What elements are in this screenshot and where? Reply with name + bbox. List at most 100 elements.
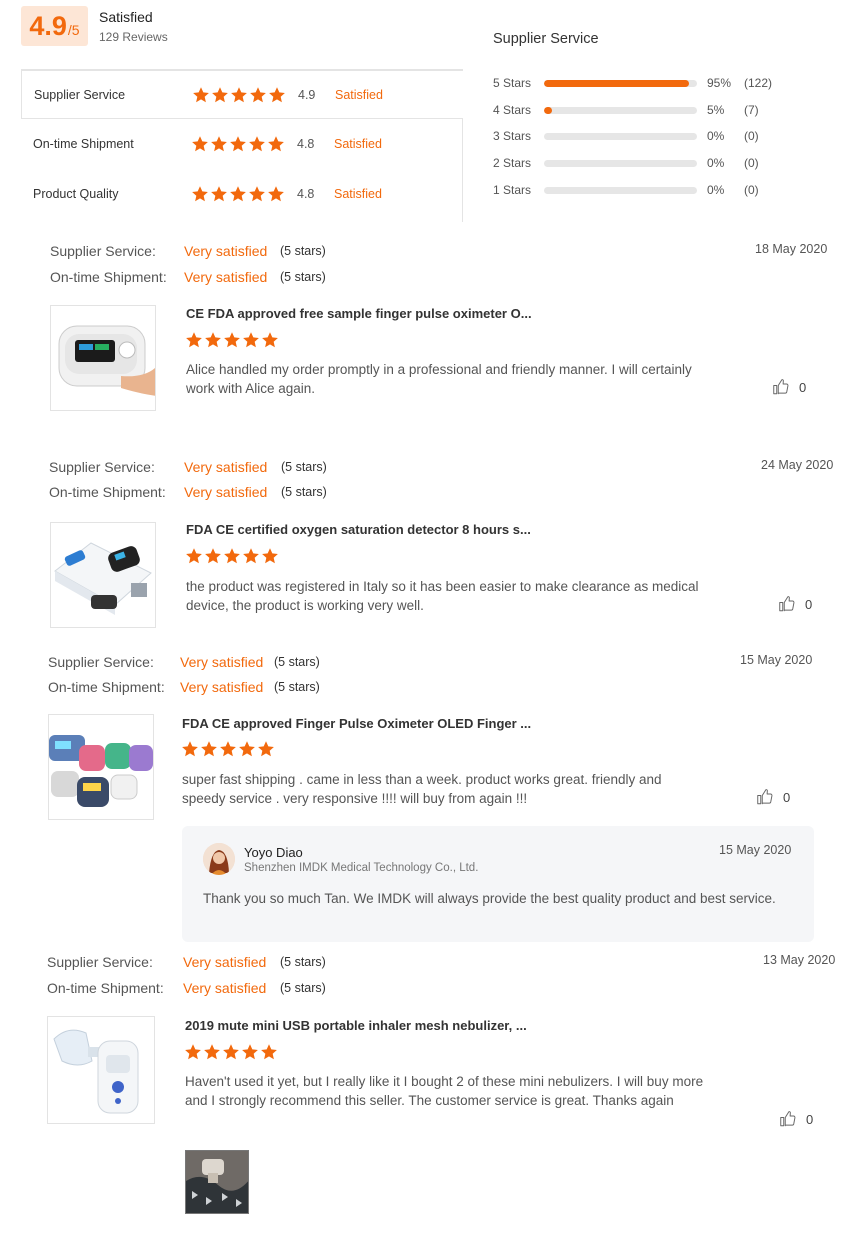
thumbs-up-icon <box>755 788 774 806</box>
supplier-service-label: Supplier Service: <box>50 243 156 259</box>
distribution-label: 5 Stars <box>493 76 532 90</box>
product-title[interactable]: FDA CE certified oxygen saturation detec… <box>186 522 531 537</box>
review-date: 24 May 2020 <box>761 458 834 472</box>
star-icon <box>191 185 209 203</box>
star-icon <box>248 135 266 153</box>
metric-on-time-shipment[interactable]: On-time Shipment 4.8 Satisfied <box>21 119 463 168</box>
like-count: 0 <box>806 1111 814 1127</box>
oximeter-collection-image <box>49 735 153 807</box>
metric-value: 4.8 <box>297 136 315 151</box>
review-text: the product was registered in Italy so i… <box>186 579 699 613</box>
product-title[interactable]: CE FDA approved free sample finger pulse… <box>186 306 532 321</box>
review-text: super fast shipping . came in less than … <box>182 772 662 806</box>
supplier-service-label: Supplier Service: <box>49 459 155 475</box>
star-icon <box>242 547 260 565</box>
like-count: 0 <box>783 789 791 805</box>
like-button[interactable]: 0 <box>755 788 790 806</box>
distribution-row: 3 Stars 0% (0) <box>493 129 793 145</box>
star-icon <box>267 135 285 153</box>
person-avatar-image <box>203 843 235 875</box>
metric-supplier-service[interactable]: Supplier Service 4.9 Satisfied <box>21 70 463 119</box>
shipment-stars: (5 stars) <box>274 680 320 694</box>
distribution-percent: 0% <box>707 183 725 197</box>
like-button[interactable]: 0 <box>771 378 806 396</box>
nebulizer-image <box>53 1029 139 1114</box>
metric-name: Supplier Service <box>34 87 126 102</box>
distribution-percent: 5% <box>707 103 725 117</box>
product-image[interactable] <box>50 305 156 411</box>
distribution-percent: 95% <box>707 76 732 90</box>
review-attachment-image[interactable] <box>185 1150 249 1214</box>
metric-value: 4.8 <box>297 186 315 201</box>
thumbs-up-icon <box>771 378 790 396</box>
star-icon <box>242 331 260 349</box>
star-icon <box>229 185 247 203</box>
product-image[interactable] <box>47 1016 155 1124</box>
supplier-service-label: Supplier Service: <box>48 654 154 670</box>
metric-product-quality[interactable]: Product Quality 4.8 Satisfied <box>21 169 463 218</box>
supplier-service-label: Supplier Service: <box>47 954 153 970</box>
review-stars <box>185 331 279 349</box>
metric-stars <box>192 86 286 104</box>
star-icon <box>211 86 229 104</box>
thumbs-up-icon <box>777 595 796 613</box>
review-stars <box>184 1043 278 1061</box>
review-text: Alice handled my order promptly in a pro… <box>186 362 692 396</box>
review-date: 13 May 2020 <box>763 953 836 967</box>
distribution-count: (0) <box>744 129 759 143</box>
supplier-service-stars: (5 stars) <box>274 655 320 669</box>
oxygen-detector-image <box>54 542 152 615</box>
review-date: 18 May 2020 <box>755 242 828 256</box>
star-icon <box>267 185 285 203</box>
review-text: Haven't used it yet, but I really like i… <box>185 1074 704 1108</box>
distribution-label: 4 Stars <box>493 103 532 117</box>
supplier-service-value: Very satisfied <box>183 954 267 970</box>
review-date: 15 May 2020 <box>740 653 813 667</box>
distribution-bar-track <box>544 107 697 114</box>
star-icon <box>200 740 218 758</box>
star-icon <box>204 547 222 565</box>
overall-label: Satisfied <box>99 9 153 25</box>
distribution-row: 4 Stars 5% (7) <box>493 103 793 119</box>
distribution-row: 5 Stars 95% (122) <box>493 76 793 92</box>
shipment-stars: (5 stars) <box>280 981 326 995</box>
star-icon <box>181 740 199 758</box>
reply-company: Shenzhen IMDK Medical Technology Co., Lt… <box>244 862 479 874</box>
distribution-row: 2 Stars 0% (0) <box>493 156 793 172</box>
distribution-label: 1 Stars <box>493 183 532 197</box>
review-stars <box>181 740 275 758</box>
metric-name: On-time Shipment <box>33 136 134 151</box>
metric-value: 4.9 <box>298 87 316 102</box>
distribution-label: 3 Stars <box>493 129 532 143</box>
like-button[interactable]: 0 <box>778 1110 813 1128</box>
metric-label: Satisfied <box>334 186 382 201</box>
product-image[interactable] <box>48 714 154 820</box>
shipment-label: On-time Shipment: <box>49 484 166 500</box>
distribution-count: (0) <box>744 156 759 170</box>
distribution-bar-track <box>544 160 697 167</box>
product-image[interactable] <box>50 522 156 628</box>
supplier-service-stars: (5 stars) <box>281 460 327 474</box>
metric-name: Product Quality <box>33 186 119 201</box>
product-title[interactable]: 2019 mute mini USB portable inhaler mesh… <box>185 1018 527 1033</box>
like-count: 0 <box>799 379 807 395</box>
metric-stars <box>191 185 285 203</box>
distribution-label: 2 Stars <box>493 156 532 170</box>
reply-date: 15 May 2020 <box>719 843 792 857</box>
shipment-stars: (5 stars) <box>280 270 326 284</box>
metric-stars <box>191 135 285 153</box>
metric-label: Satisfied <box>334 136 382 151</box>
star-icon <box>261 331 279 349</box>
product-title[interactable]: FDA CE approved Finger Pulse Oximeter OL… <box>182 716 531 731</box>
star-icon <box>248 185 266 203</box>
overall-score-suffix: /5 <box>67 22 80 38</box>
like-button[interactable]: 0 <box>777 595 812 613</box>
star-icon <box>223 547 241 565</box>
star-icon <box>222 1043 240 1061</box>
distribution-bar-fill <box>544 107 552 114</box>
star-icon <box>219 740 237 758</box>
thumbs-up-icon <box>778 1110 797 1128</box>
distribution-row: 1 Stars 0% (0) <box>493 183 793 199</box>
supplier-service-value: Very satisfied <box>184 243 268 259</box>
shipment-stars: (5 stars) <box>281 485 327 499</box>
